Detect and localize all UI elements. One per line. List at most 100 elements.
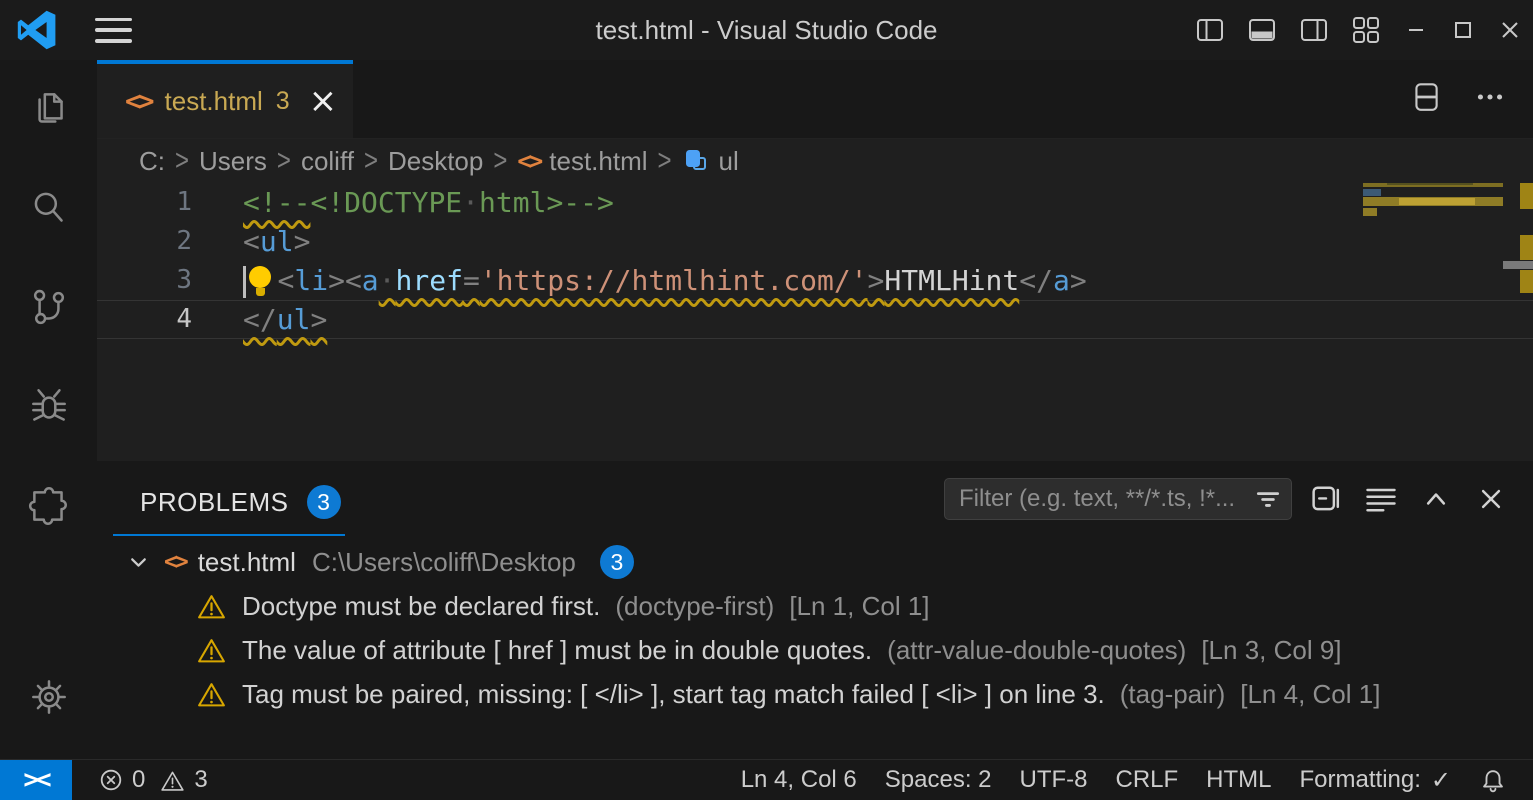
breadcrumb-item-users[interactable]: Users [193,146,273,177]
tab-problems[interactable]: PROBLEMS 3 [113,470,345,536]
close-panel-icon[interactable] [1471,479,1511,519]
title-bar: test.html - Visual Studio Code [0,0,1533,60]
encoding-setting[interactable]: UTF-8 [1006,766,1102,794]
indentation-setting[interactable]: Spaces: 2 [871,766,1006,794]
code-token: ul [260,225,294,258]
layout-grid-icon[interactable] [1340,0,1392,60]
cursor-position[interactable]: Ln 4, Col 6 [727,766,871,794]
breadcrumb-item-file[interactable]: <> test.html [511,146,653,177]
warning-mark [1520,235,1533,260]
code-token: ul [277,303,311,336]
status-bar: >< 0 3 Ln 4, Col 6 Spaces: 2 UTF-8 CRLF … [0,759,1533,800]
code-token: > [294,225,311,258]
code-editor[interactable]: 1<!--<!DOCTYPE·html>-->2<ul>3<li><a·href… [97,183,1533,461]
settings-gear-icon[interactable] [0,647,97,746]
warning-icon [196,635,227,666]
layout-sidebar-left-icon[interactable] [1184,0,1236,60]
layout-panel-icon[interactable] [1236,0,1288,60]
filter-icon[interactable] [1253,484,1283,514]
layout-sidebar-right-icon[interactable] [1288,0,1340,60]
close-icon[interactable] [1486,0,1533,60]
problem-rule: (doctype-first) [615,591,774,622]
html-file-icon: <> [164,549,186,575]
maximize-panel-icon[interactable] [1416,479,1456,519]
problems-file-row[interactable]: <> test.html C:\Users\coliff\Desktop 3 [97,540,1533,584]
remote-indicator[interactable]: >< [0,760,72,800]
problem-position: [Ln 4, Col 1] [1240,679,1380,710]
warning-mark [1520,183,1533,209]
code-token: < [345,264,362,297]
tab-bar: <> test.html 3 × [97,60,1533,139]
breadcrumb-item-coliff[interactable]: coliff [295,146,360,177]
chevron-right-icon: > [654,144,676,179]
code-token: li [294,264,328,297]
view-as-table-icon[interactable] [1306,479,1346,519]
code-lines: 1<!--<!DOCTYPE·html>-->2<ul>3<li><a·href… [97,183,1533,339]
tab-close-icon[interactable]: × [309,86,338,116]
line-number: 3 [97,261,192,300]
breadcrumb-item-desktop[interactable]: Desktop [382,146,489,177]
text-cursor [243,266,246,298]
tab-test-html[interactable]: <> test.html 3 × [97,60,353,138]
breadcrumb: C: > Users > coliff > Desktop > <> test.… [97,139,1533,183]
chevron-down-icon[interactable] [125,549,152,576]
source-control-icon[interactable] [0,258,97,357]
problems-summary[interactable]: 0 3 [98,766,208,794]
code-line-4[interactable]: 4</ul> [97,300,1533,339]
code-token: html>--> [479,186,614,219]
problems-count-badge: 3 [307,485,341,519]
minimize-icon[interactable] [1392,0,1439,60]
debug-icon[interactable] [0,357,97,456]
eol-setting[interactable]: CRLF [1102,766,1193,794]
problem-row[interactable]: Tag must be paired, missing: [ </li> ], … [97,672,1533,716]
warning-icon [196,679,227,710]
problem-row[interactable]: Doctype must be declared first. (doctype… [97,584,1533,628]
line-content: <li><a·href='https://htmlhint.com/'>HTML… [192,261,1087,300]
warning-mark [1520,270,1533,293]
remote-icon: >< [23,765,48,795]
code-token: 'https://htmlhint.com/' [480,264,868,297]
extensions-icon[interactable] [0,456,97,555]
problem-message: Tag must be paired, missing: [ </li> ], … [242,679,1105,710]
activity-bar [0,60,97,760]
search-icon[interactable] [0,159,97,258]
scroll-position-mark [1503,261,1533,269]
menu-icon[interactable] [95,18,132,43]
chevron-right-icon: > [360,144,382,179]
code-line-2[interactable]: 2<ul> [97,222,1533,261]
more-actions-icon[interactable] [1473,80,1507,119]
code-token: > [310,303,327,336]
code-token: < [278,264,295,297]
breadcrumb-item-symbol-ul[interactable]: ul [676,146,745,177]
chevron-right-icon: > [489,144,511,179]
explorer-icon[interactable] [0,60,97,159]
chevron-right-icon: > [273,144,295,179]
code-token: </ [243,303,277,336]
code-line-1[interactable]: 1<!--<!DOCTYPE·html>--> [97,183,1533,222]
formatting-status[interactable]: Formatting: ✓ [1286,766,1465,795]
language-mode[interactable]: HTML [1192,766,1285,794]
code-token: HTMLHint [884,264,1019,297]
overview-ruler[interactable] [1517,183,1533,461]
problems-filter-box [944,478,1292,520]
problems-tab-label: PROBLEMS [140,487,289,518]
check-icon: ✓ [1431,766,1451,795]
problem-rule: (tag-pair) [1120,679,1225,710]
maximize-icon[interactable] [1439,0,1486,60]
problem-row[interactable]: The value of attribute [ href ] must be … [97,628,1533,672]
breadcrumb-item-drive[interactable]: C: [133,146,171,177]
code-token: > [868,264,885,297]
code-line-3[interactable]: 3<li><a·href='https://htmlhint.com/'>HTM… [97,261,1533,300]
lightbulb-icon[interactable] [247,265,275,299]
code-token: a [362,264,379,297]
problem-message: The value of attribute [ href ] must be … [242,635,872,666]
collapse-all-icon[interactable] [1361,479,1401,519]
filter-input[interactable] [957,484,1253,514]
code-token: < [243,225,260,258]
warning-icon [159,767,186,794]
problem-position: [Ln 1, Col 1] [789,591,929,622]
split-editor-icon[interactable] [1409,80,1443,119]
notifications-bell-icon[interactable] [1465,766,1521,794]
code-token: <!DOCTYPE [310,186,462,219]
problems-panel: PROBLEMS 3 [97,461,1533,761]
